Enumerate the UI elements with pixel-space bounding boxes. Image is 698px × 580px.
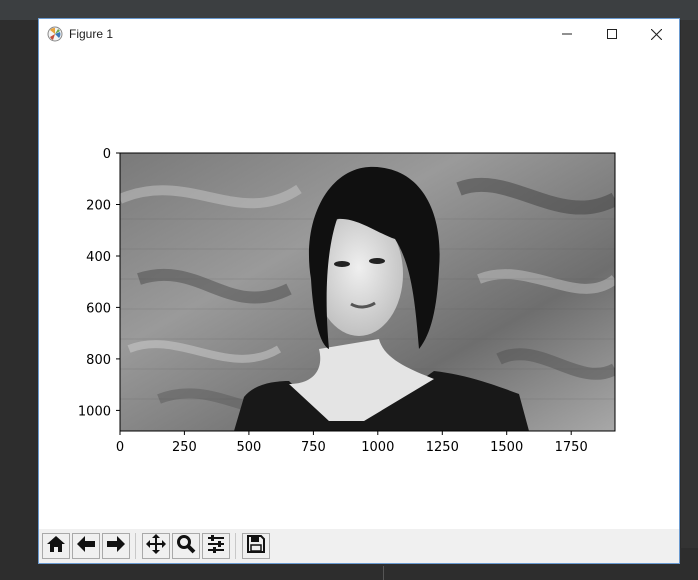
x-tick-label: 250 bbox=[172, 440, 197, 455]
magnifier-icon bbox=[176, 534, 196, 559]
toolbar-separator bbox=[135, 533, 136, 559]
x-tick-label: 1500 bbox=[490, 440, 523, 455]
close-icon bbox=[651, 28, 662, 40]
back-button[interactable] bbox=[72, 533, 100, 559]
sliders-icon bbox=[206, 534, 226, 559]
y-tick-label: 800 bbox=[86, 353, 111, 368]
x-tick-label: 1750 bbox=[555, 440, 588, 455]
window-title: Figure 1 bbox=[69, 27, 114, 41]
zoom-button[interactable] bbox=[172, 533, 200, 559]
maximize-button[interactable] bbox=[589, 19, 634, 49]
minimize-icon bbox=[561, 29, 572, 39]
save-button[interactable] bbox=[242, 533, 270, 559]
arrow-right-icon bbox=[106, 535, 126, 558]
y-tick-label: 1000 bbox=[78, 404, 111, 419]
y-tick-label: 600 bbox=[86, 301, 111, 316]
home-button[interactable] bbox=[42, 533, 70, 559]
minimize-button[interactable] bbox=[544, 19, 589, 49]
figure-canvas[interactable]: 0 250 500 750 1000 1250 1500 1750 0 200 … bbox=[39, 49, 679, 529]
x-tick-label: 1000 bbox=[361, 440, 394, 455]
floppy-disk-icon bbox=[246, 534, 266, 559]
navigation-toolbar bbox=[39, 529, 679, 563]
desktop-background-left bbox=[0, 20, 38, 580]
configure-subplots-button[interactable] bbox=[202, 533, 230, 559]
arrow-left-icon bbox=[76, 535, 96, 558]
desktop-background-right bbox=[681, 20, 698, 548]
x-axis: 0 250 500 750 1000 1250 1500 1750 bbox=[116, 431, 588, 455]
move-icon bbox=[146, 533, 166, 559]
x-tick-label: 1250 bbox=[426, 440, 459, 455]
axes-svg: 0 250 500 750 1000 1250 1500 1750 0 200 … bbox=[78, 147, 616, 455]
maximize-icon bbox=[606, 29, 617, 39]
toolbar-separator bbox=[235, 533, 236, 559]
grayscale-photo bbox=[120, 153, 615, 431]
forward-button[interactable] bbox=[102, 533, 130, 559]
figure-window: Figure 1 0 250 500 750 1000 1250 1500 17… bbox=[38, 18, 680, 564]
x-tick-label: 0 bbox=[116, 440, 124, 455]
x-tick-label: 750 bbox=[301, 440, 326, 455]
x-tick-label: 500 bbox=[236, 440, 261, 455]
close-button[interactable] bbox=[634, 19, 679, 49]
desktop-divider bbox=[383, 566, 384, 580]
y-tick-label: 200 bbox=[86, 199, 111, 214]
y-tick-label: 400 bbox=[86, 250, 111, 265]
home-icon bbox=[46, 535, 66, 558]
matplotlib-logo-icon bbox=[47, 26, 63, 42]
title-bar[interactable]: Figure 1 bbox=[39, 19, 679, 49]
pan-button[interactable] bbox=[142, 533, 170, 559]
desktop-background-top bbox=[0, 0, 698, 20]
y-axis: 0 200 400 600 800 1000 bbox=[78, 147, 120, 419]
y-tick-label: 0 bbox=[103, 147, 111, 162]
